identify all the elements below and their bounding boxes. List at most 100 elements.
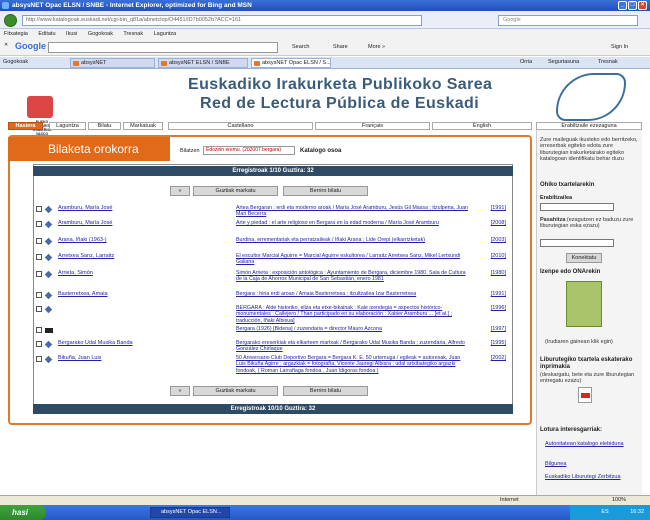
row-title[interactable]: Simón Arrieta : exposición antológica : … — [236, 270, 468, 283]
lang-english[interactable]: English — [432, 122, 532, 130]
row-author[interactable]: Basterretxea, Amaia — [58, 291, 208, 297]
menu-tools[interactable]: Tresnak — [123, 31, 143, 37]
row-author[interactable]: Aramburu, María José — [58, 205, 208, 211]
next-page-button[interactable]: » — [170, 386, 190, 396]
language-indicator[interactable]: ES — [601, 509, 608, 515]
browser-search-input[interactable]: Google — [498, 15, 638, 26]
row-checkbox[interactable] — [36, 327, 42, 333]
mark-all-button[interactable]: Guztiak markatu — [193, 186, 278, 196]
status-bar: Internet 100% — [0, 495, 650, 505]
row-year[interactable]: [1991] — [476, 291, 506, 297]
row-year[interactable]: [1980] — [476, 270, 506, 276]
row-title[interactable]: Burdina, errementariak eta perratzaileak… — [236, 237, 468, 243]
google-search-input[interactable] — [48, 42, 278, 53]
results-footer: Erregistroak 10/10 Guztira: 32 — [33, 404, 513, 414]
link-bilgunea[interactable]: Bilgunea — [545, 461, 566, 467]
row-year[interactable]: [1997] — [476, 326, 506, 332]
tabs-bar: Gogokoak absysNET absysNET ELSN / SNBE a… — [0, 57, 650, 69]
page-icon — [254, 61, 260, 66]
video-icon — [45, 328, 53, 333]
favorites-button[interactable]: Gogokoak — [3, 59, 28, 65]
link-library-service[interactable]: Euskadiko Liburutegi Zerbitzua — [545, 474, 635, 480]
row-year[interactable]: [1995] — [476, 340, 506, 346]
new-search-button[interactable]: Berriro bilatu — [283, 186, 368, 196]
row-year[interactable]: [1991] — [476, 205, 506, 211]
nav-home[interactable]: Hasiera — [8, 122, 43, 130]
more-button[interactable]: More » — [368, 44, 385, 50]
tab-opac[interactable]: absysNET Opac ELSN / S... — [251, 58, 331, 68]
row-title[interactable]: 50 Aniversario Club Deportivo Bergara = … — [236, 355, 468, 374]
password-input[interactable] — [540, 239, 614, 247]
mark-all-button[interactable]: Guztiak markatu — [193, 386, 278, 396]
nav-search[interactable]: Bilatu — [88, 122, 121, 130]
user-input[interactable] — [540, 203, 614, 211]
share-button[interactable]: Share — [333, 44, 348, 50]
row-year[interactable]: [2010] — [476, 253, 506, 259]
row-author[interactable]: Bergarako Udal Musika Banda — [58, 340, 208, 346]
row-year[interactable]: [2003] — [476, 237, 506, 243]
row-checkbox[interactable] — [36, 254, 42, 260]
taskbar-window-item[interactable]: absysNET Opac ELSN... — [150, 507, 230, 518]
tab-elsn-snbe[interactable]: absysNET ELSN / SNBE — [158, 58, 248, 68]
row-checkbox[interactable] — [36, 238, 42, 244]
new-search-button[interactable]: Berriro bilatu — [283, 386, 368, 396]
row-year[interactable]: [1996] — [476, 305, 506, 311]
link-authority-catalog[interactable]: Autonitatean katalogo elebiduna — [545, 441, 635, 447]
row-author[interactable]: Arana, Iñaki (1963-) — [58, 237, 208, 243]
row-year[interactable]: [2002] — [476, 355, 506, 361]
results-toolbar-bottom: » Guztiak markatu Berriro bilatu — [33, 385, 513, 397]
menu-file[interactable]: Fitxategia — [4, 31, 28, 37]
start-button[interactable]: hasi — [0, 505, 46, 520]
search-button[interactable]: Search — [292, 44, 309, 50]
login-intro: Zure maileguak ikusteko edo berritzeko, … — [540, 137, 638, 163]
menu-help[interactable]: Laguntza — [154, 31, 177, 37]
close-button[interactable]: × — [638, 1, 647, 10]
lang-spanish[interactable]: Castellano — [168, 122, 313, 130]
menu-view[interactable]: Ikusi — [66, 31, 77, 37]
row-title[interactable]: Bergara (1926) [Bideoa] / zuzendaria = d… — [236, 326, 468, 332]
row-checkbox[interactable] — [36, 221, 42, 227]
nav-marked[interactable]: Markatuak — [123, 122, 163, 130]
url-field[interactable]: http://www.katalogoak.euskadi.net/cgi-bi… — [22, 15, 422, 26]
row-title[interactable]: Artea Bergaran : erdi eta moderno aroak … — [236, 205, 468, 218]
lang-french[interactable]: Français — [315, 122, 430, 130]
page-menu[interactable]: Orria — [520, 59, 532, 65]
row-title[interactable]: Arte y piedad : el arte religioso en Ber… — [236, 220, 468, 226]
maximize-button[interactable]: □ — [628, 1, 637, 10]
catalog-scope: Katalogo osoa — [300, 148, 342, 154]
row-checkbox[interactable] — [36, 292, 42, 298]
row-checkbox[interactable] — [36, 206, 42, 212]
row-year[interactable]: [2008] — [476, 220, 506, 226]
row-title[interactable]: BERGARA : Alde historiko, eliza eta etxe… — [236, 305, 468, 324]
tab-absysnet[interactable]: absysNET — [70, 58, 155, 68]
connect-button[interactable]: Konektatu — [566, 253, 602, 263]
row-checkbox[interactable] — [36, 271, 42, 277]
row-author[interactable]: Bikuña, Juan Luis — [58, 355, 208, 361]
row-author[interactable]: Aramburu, María José — [58, 220, 208, 226]
menu-bar: Fitxategia Editatu Ikusi Gogokoak Tresna… — [0, 29, 650, 39]
row-title[interactable]: El escultor Marcial Aguirre = Marcial Ag… — [236, 253, 468, 266]
row-checkbox[interactable] — [36, 356, 42, 362]
close-toolbar-icon[interactable]: ✕ — [4, 42, 8, 48]
next-page-button[interactable]: » — [170, 186, 190, 196]
signin-button[interactable]: Sign In — [611, 44, 628, 50]
menu-favorites[interactable]: Gogokoak — [88, 31, 113, 37]
minimize-button[interactable]: _ — [618, 1, 627, 10]
search-scope-select[interactable]: Edozein eremu. (202007 bergara) — [203, 146, 295, 155]
row-author[interactable]: Arrieta, Simón — [58, 270, 208, 276]
zoom-level[interactable]: 100% — [612, 496, 626, 505]
basque-government-logo — [27, 96, 53, 118]
back-icon[interactable] — [4, 14, 17, 27]
nav-help[interactable]: Laguntza — [49, 122, 86, 130]
security-menu[interactable]: Segurtasuna — [548, 59, 579, 65]
tools-menu[interactable]: Tresnak — [598, 59, 618, 65]
menu-edit[interactable]: Editatu — [38, 31, 55, 37]
row-checkbox[interactable] — [36, 341, 42, 347]
clock: 16:32 — [630, 509, 644, 515]
row-title[interactable]: Bergarako ereserkiak eta elkarteen martx… — [236, 340, 468, 353]
ona-card-image[interactable] — [566, 281, 602, 327]
row-author[interactable]: Arretxea Sanz, Larraitz — [58, 253, 208, 259]
pdf-icon[interactable] — [578, 387, 592, 403]
row-checkbox[interactable] — [36, 306, 42, 312]
row-title[interactable]: Bergara : hiria erdi aroan / Amaia Baste… — [236, 291, 468, 297]
